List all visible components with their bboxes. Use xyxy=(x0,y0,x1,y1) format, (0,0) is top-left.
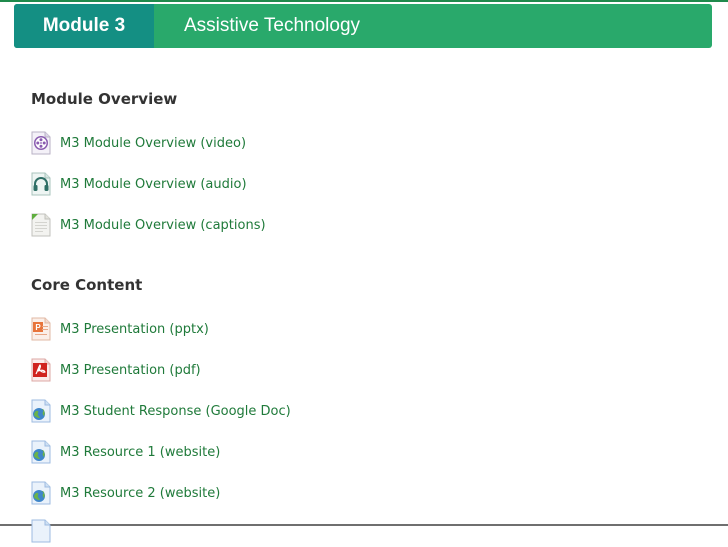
powerpoint-file-icon: P xyxy=(30,317,52,341)
text-file-icon xyxy=(30,213,52,237)
resource-item[interactable]: P M3 Presentation (pptx) xyxy=(30,316,209,342)
resource-item[interactable]: M3 Presentation (pdf) xyxy=(30,357,201,383)
resource-item[interactable]: M3 Student Response (Google Doc) xyxy=(30,398,291,424)
svg-text:P: P xyxy=(35,323,41,332)
web-link-icon xyxy=(30,519,52,543)
resource-item[interactable]: M3 Module Overview (video) xyxy=(30,130,246,156)
resource-link[interactable]: M3 Module Overview (video) xyxy=(60,136,246,151)
pdf-file-icon xyxy=(30,358,52,382)
resource-link[interactable]: M3 Module Overview (audio) xyxy=(60,177,247,192)
resource-link[interactable]: M3 Student Response (Google Doc) xyxy=(60,404,291,419)
web-link-icon xyxy=(30,399,52,423)
video-file-icon xyxy=(30,131,52,155)
resource-item[interactable]: M3 Resource 1 (website) xyxy=(30,439,220,465)
resource-item[interactable]: M3 Resource 2 (website) xyxy=(30,480,220,506)
resource-link[interactable]: M3 Resource 1 (website) xyxy=(60,445,220,460)
web-link-icon xyxy=(30,481,52,505)
audio-file-icon xyxy=(30,172,52,196)
resource-link[interactable]: M3 Resource 2 (website) xyxy=(60,486,220,501)
resource-link[interactable]: M3 Presentation (pptx) xyxy=(60,322,209,337)
module-title: Assistive Technology xyxy=(184,15,361,36)
module-number-badge: Module 3 xyxy=(14,4,154,48)
web-link-icon xyxy=(30,440,52,464)
resource-item[interactable]: M3 Module Overview (audio) xyxy=(30,171,247,197)
resource-item[interactable]: M3 Module Overview (captions) xyxy=(30,212,266,238)
module-header: Module 3 Assistive Technology xyxy=(14,4,712,48)
section-heading-module-overview: Module Overview xyxy=(31,90,178,108)
resource-link[interactable]: M3 Presentation (pdf) xyxy=(60,363,201,378)
section-heading-core-content: Core Content xyxy=(31,276,143,294)
resource-item-partial[interactable] xyxy=(30,518,60,544)
resource-link[interactable]: M3 Module Overview (captions) xyxy=(60,218,266,233)
